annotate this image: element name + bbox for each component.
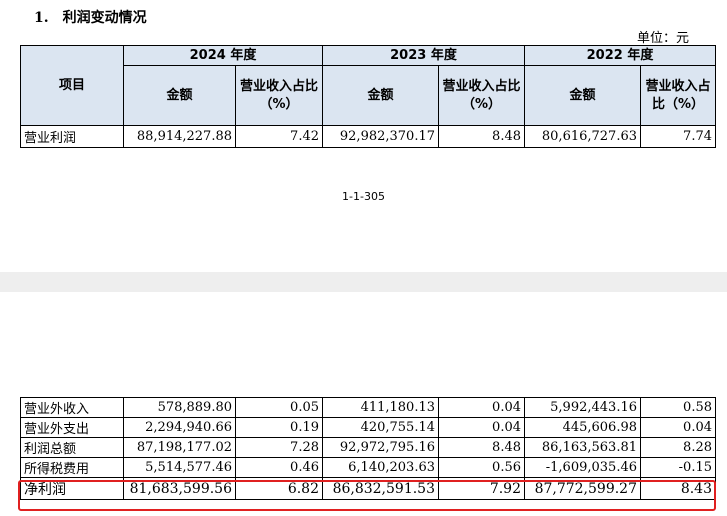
table-row-net-profit: 净利润 81,683,599.56 6.82 86,832,591.53 7.9…: [20, 477, 716, 500]
header-amount: 金额: [322, 65, 439, 126]
ratio-2024: 0.19: [235, 417, 323, 438]
page-separator: [0, 272, 727, 292]
header-ratio: 营业收入占比（%）: [438, 65, 525, 126]
header-row-columns: 金额 营业收入占比（%） 金额 营业收入占比（%） 金额 营业收入占比（%）: [21, 65, 716, 126]
amount-2024: 88,914,227.88: [123, 125, 236, 148]
header-ratio: 营业收入占比（%）: [640, 65, 716, 126]
amount-2024: 87,198,177.02: [123, 437, 236, 458]
amount-2022: 445,606.98: [524, 417, 641, 438]
table-row: 营业外收入 578,889.80 0.05 411,180.13 0.04 5,…: [20, 397, 716, 418]
ratio-2023: 8.48: [438, 125, 525, 148]
header-year-2023: 2023 年度: [322, 45, 525, 66]
ratio-2024: 6.82: [235, 477, 323, 500]
amount-2022: -1,609,035.46: [524, 457, 641, 478]
amount-2022: 86,163,563.81: [524, 437, 641, 458]
ratio-2024: 0.05: [235, 397, 323, 418]
ratio-2023: 0.04: [438, 417, 525, 438]
amount-2023: 6,140,203.63: [322, 457, 439, 478]
ratio-2024: 7.42: [235, 125, 323, 148]
ratio-2024: 0.46: [235, 457, 323, 478]
ratio-2024: 7.28: [235, 437, 323, 458]
amount-2024: 81,683,599.56: [123, 477, 236, 500]
profit-table-bottom: 营业外收入 578,889.80 0.05 411,180.13 0.04 5,…: [20, 397, 716, 500]
amount-2023: 86,832,591.53: [322, 477, 439, 500]
header-row-years: 项目 2024 年度 2023 年度 2022 年度: [20, 45, 716, 126]
amount-2023: 92,972,795.16: [322, 437, 439, 458]
table-row: 营业利润 88,914,227.88 7.42 92,982,370.17 8.…: [20, 125, 716, 148]
table-row: 利润总额 87,198,177.02 7.28 92,972,795.16 8.…: [20, 437, 716, 458]
table-row: 营业外支出 2,294,940.66 0.19 420,755.14 0.04 …: [20, 417, 716, 438]
ratio-2022: 0.58: [640, 397, 716, 418]
profit-table-top: 项目 2024 年度 2023 年度 2022 年度 金额 营业收入占比（%） …: [20, 45, 716, 148]
header-ratio: 营业收入占比（%）: [235, 65, 323, 126]
ratio-2023: 7.92: [438, 477, 525, 500]
ratio-2023: 0.56: [438, 457, 525, 478]
ratio-2022: 0.04: [640, 417, 716, 438]
ratio-2022: 7.74: [640, 125, 716, 148]
amount-2024: 578,889.80: [123, 397, 236, 418]
row-label: 所得税费用: [20, 457, 124, 478]
row-label: 净利润: [20, 477, 124, 500]
unit-label: 单位：元: [636, 31, 689, 46]
ratio-2022: 8.43: [640, 477, 716, 500]
section-heading: 1. 利润变动情况: [34, 7, 147, 27]
ratio-2023: 0.04: [438, 397, 525, 418]
table-row: 所得税费用 5,514,577.46 0.46 6,140,203.63 0.5…: [20, 457, 716, 478]
section-title: 利润变动情况: [62, 10, 147, 26]
amount-2022: 80,616,727.63: [524, 125, 641, 148]
row-label: 营业外支出: [20, 417, 124, 438]
header-year-2022: 2022 年度: [524, 45, 716, 66]
ratio-2022: 8.28: [640, 437, 716, 458]
amount-2023: 411,180.13: [322, 397, 439, 418]
header-amount: 金额: [524, 65, 641, 126]
amount-2024: 2,294,940.66: [123, 417, 236, 438]
ratio-2023: 8.48: [438, 437, 525, 458]
header-item: 项目: [20, 45, 124, 126]
ratio-2022: -0.15: [640, 457, 716, 478]
row-label: 营业利润: [20, 125, 124, 148]
amount-2023: 420,755.14: [322, 417, 439, 438]
amount-2022: 87,772,599.27: [524, 477, 641, 500]
row-label: 利润总额: [20, 437, 124, 458]
row-label: 营业外收入: [20, 397, 124, 418]
section-number: 1.: [34, 10, 49, 26]
page-number: 1-1-305: [342, 190, 385, 203]
amount-2023: 92,982,370.17: [322, 125, 439, 148]
header-amount: 金额: [123, 65, 236, 126]
amount-2022: 5,992,443.16: [524, 397, 641, 418]
header-year-2024: 2024 年度: [123, 45, 323, 66]
amount-2024: 5,514,577.46: [123, 457, 236, 478]
